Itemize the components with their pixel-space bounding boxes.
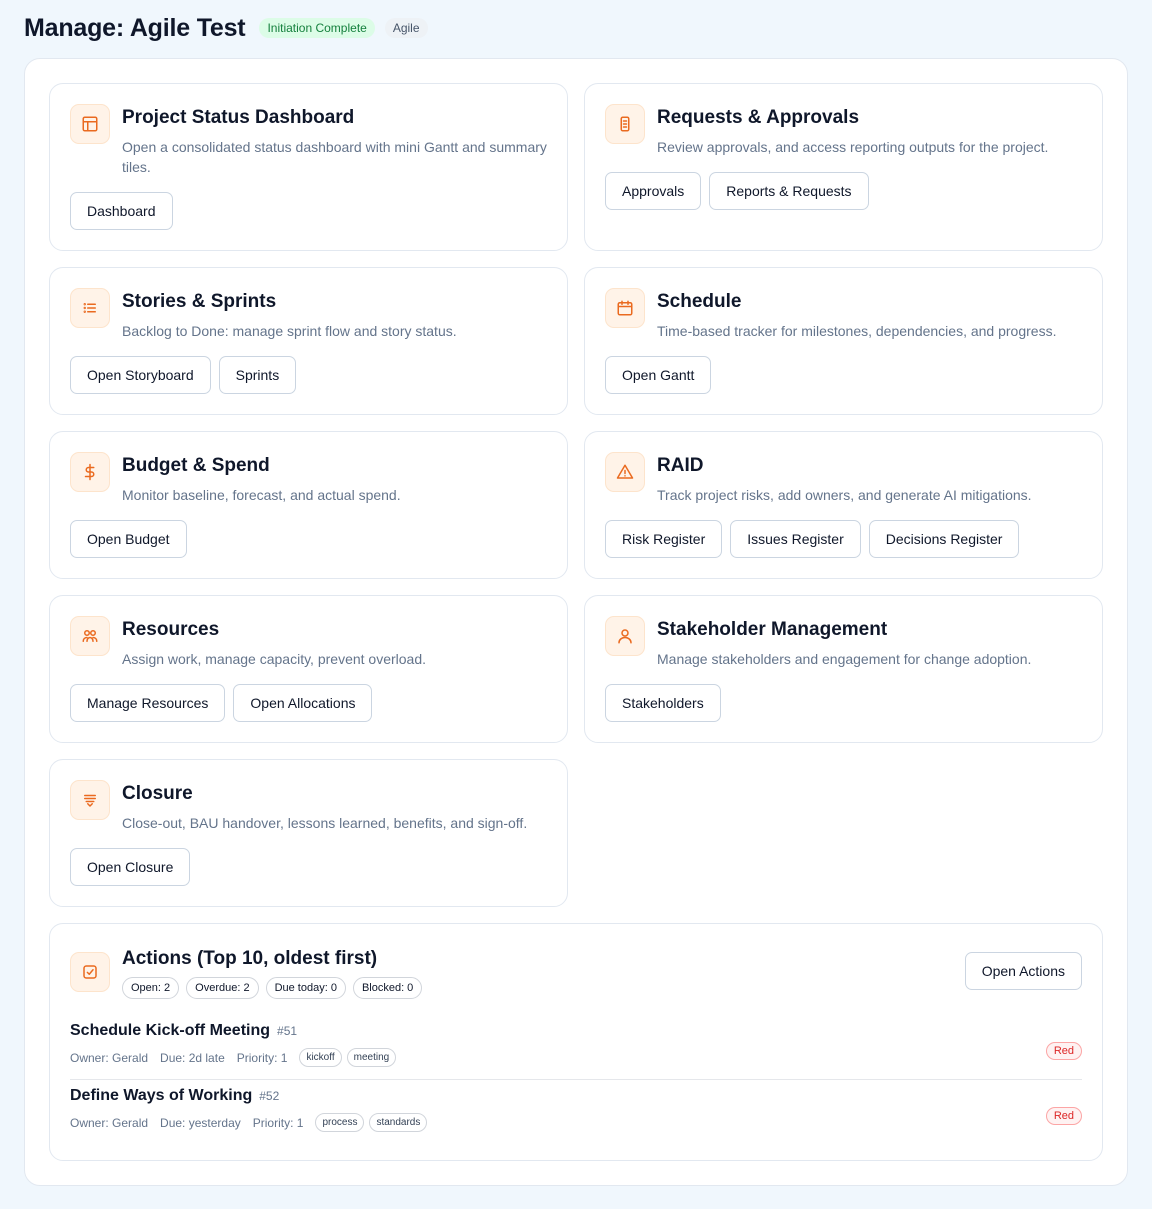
card-stories-sprints: Stories & Sprints Backlog to Done: manag… bbox=[49, 267, 568, 415]
actions-title: Actions (Top 10, oldest first) bbox=[122, 948, 378, 969]
status-badge: Initiation Complete bbox=[259, 18, 375, 38]
count-chip-overdue: Overdue: 2 bbox=[186, 977, 259, 999]
card-description: Monitor baseline, forecast, and actual s… bbox=[122, 487, 401, 503]
action-tag: process bbox=[315, 1113, 365, 1132]
card-project-status-dashboard: Project Status Dashboard Open a consolid… bbox=[49, 83, 568, 251]
card-requests-approvals: Requests & Approvals Review approvals, a… bbox=[584, 83, 1103, 251]
main-panel: Project Status Dashboard Open a consolid… bbox=[24, 58, 1128, 1186]
card-description: Close-out, BAU handover, lessons learned… bbox=[122, 815, 528, 831]
card-title: Stories & Sprints bbox=[122, 291, 277, 312]
users-icon bbox=[70, 616, 110, 656]
action-title[interactable]: Schedule Kick-off Meeting bbox=[70, 1022, 270, 1040]
action-counts: Open: 2 Overdue: 2 Due today: 0 Blocked:… bbox=[122, 977, 423, 999]
methodology-badge: Agile bbox=[384, 18, 428, 38]
action-id: #52 bbox=[259, 1089, 280, 1103]
user-icon bbox=[605, 616, 645, 656]
reports-requests-button[interactable]: Reports & Requests bbox=[709, 172, 869, 210]
manage-resources-button[interactable]: Manage Resources bbox=[70, 684, 226, 722]
dollar-icon bbox=[70, 452, 110, 492]
card-title: Stakeholder Management bbox=[657, 619, 888, 640]
card-title: Budget & Spend bbox=[122, 455, 270, 476]
card-title: Requests & Approvals bbox=[657, 107, 860, 128]
scroll-icon bbox=[605, 104, 645, 144]
open-actions-button[interactable]: Open Actions bbox=[964, 952, 1082, 990]
page-title: Manage: Agile Test bbox=[24, 13, 246, 42]
count-chip-blocked: Blocked: 0 bbox=[352, 977, 423, 999]
dashboard-button[interactable]: Dashboard bbox=[70, 192, 173, 230]
open-gantt-button[interactable]: Open Gantt bbox=[605, 356, 712, 394]
action-title[interactable]: Define Ways of Working bbox=[70, 1087, 252, 1105]
action-tag: meeting bbox=[346, 1048, 397, 1067]
page-header: Manage: Agile Test Initiation Complete A… bbox=[24, 12, 428, 44]
card-stakeholder-management: Stakeholder Management Manage stakeholde… bbox=[584, 595, 1103, 743]
card-schedule: Schedule Time-based tracker for mileston… bbox=[584, 267, 1103, 415]
count-chip-due-today: Due today: 0 bbox=[265, 977, 346, 999]
action-due: Due: 2d late bbox=[160, 1050, 225, 1065]
card-title: Schedule bbox=[657, 291, 742, 312]
card-raid: RAID Track project risks, add owners, an… bbox=[584, 431, 1103, 579]
sprints-button[interactable]: Sprints bbox=[218, 356, 297, 394]
action-due: Due: yesterday bbox=[160, 1115, 241, 1130]
card-budget-spend: Budget & Spend Monitor baseline, forecas… bbox=[49, 431, 568, 579]
layout-icon bbox=[70, 104, 110, 144]
actions-panel: Actions (Top 10, oldest first) Open: 2 O… bbox=[49, 923, 1103, 1161]
action-priority: Priority: 1 bbox=[252, 1115, 304, 1130]
card-resources: Resources Assign work, manage capacity, … bbox=[49, 595, 568, 743]
card-title: RAID bbox=[657, 455, 704, 476]
open-closure-button[interactable]: Open Closure bbox=[70, 848, 191, 886]
card-title: Closure bbox=[122, 783, 193, 804]
action-priority: Priority: 1 bbox=[236, 1050, 288, 1065]
calendar-icon bbox=[605, 288, 645, 328]
card-closure: Closure Close-out, BAU handover, lessons… bbox=[49, 759, 568, 907]
approvals-button[interactable]: Approvals bbox=[605, 172, 702, 210]
card-description: Manage stakeholders and engagement for c… bbox=[657, 651, 1032, 667]
count-chip-open: Open: 2 bbox=[122, 977, 180, 999]
action-tag: standards bbox=[369, 1113, 428, 1132]
card-description: Backlog to Done: manage sprint flow and … bbox=[122, 323, 457, 339]
card-description: Time-based tracker for milestones, depen… bbox=[657, 323, 1057, 339]
card-description: Assign work, manage capacity, prevent ov… bbox=[122, 651, 427, 667]
list-icon bbox=[70, 288, 110, 328]
action-owner: Owner: Gerald bbox=[70, 1115, 149, 1130]
card-description: Review approvals, and access reporting o… bbox=[657, 139, 1049, 155]
closure-icon bbox=[70, 780, 110, 820]
rag-status-badge: Red bbox=[1045, 1042, 1082, 1060]
risk-register-button[interactable]: Risk Register bbox=[605, 520, 723, 558]
rag-status-badge: Red bbox=[1045, 1107, 1082, 1125]
stakeholders-button[interactable]: Stakeholders bbox=[605, 684, 721, 722]
action-item[interactable]: Define Ways of Working #52 Owner: Gerald… bbox=[70, 1087, 1082, 1145]
open-storyboard-button[interactable]: Open Storyboard bbox=[70, 356, 211, 394]
action-owner: Owner: Gerald bbox=[70, 1050, 149, 1065]
card-title: Resources bbox=[122, 619, 220, 640]
open-allocations-button[interactable]: Open Allocations bbox=[233, 684, 373, 722]
check-square-icon bbox=[70, 952, 110, 992]
action-item[interactable]: Schedule Kick-off Meeting #51 Owner: Ger… bbox=[70, 1022, 1082, 1080]
card-description: Track project risks, add owners, and gen… bbox=[657, 487, 1032, 503]
action-id: #51 bbox=[277, 1024, 298, 1038]
action-tag: kickoff bbox=[299, 1048, 342, 1067]
open-budget-button[interactable]: Open Budget bbox=[70, 520, 187, 558]
card-title: Project Status Dashboard bbox=[122, 107, 355, 128]
card-description: Open a consolidated status dashboard wit… bbox=[122, 139, 547, 175]
decisions-register-button[interactable]: Decisions Register bbox=[868, 520, 1020, 558]
issues-register-button[interactable]: Issues Register bbox=[730, 520, 861, 558]
warning-icon bbox=[605, 452, 645, 492]
